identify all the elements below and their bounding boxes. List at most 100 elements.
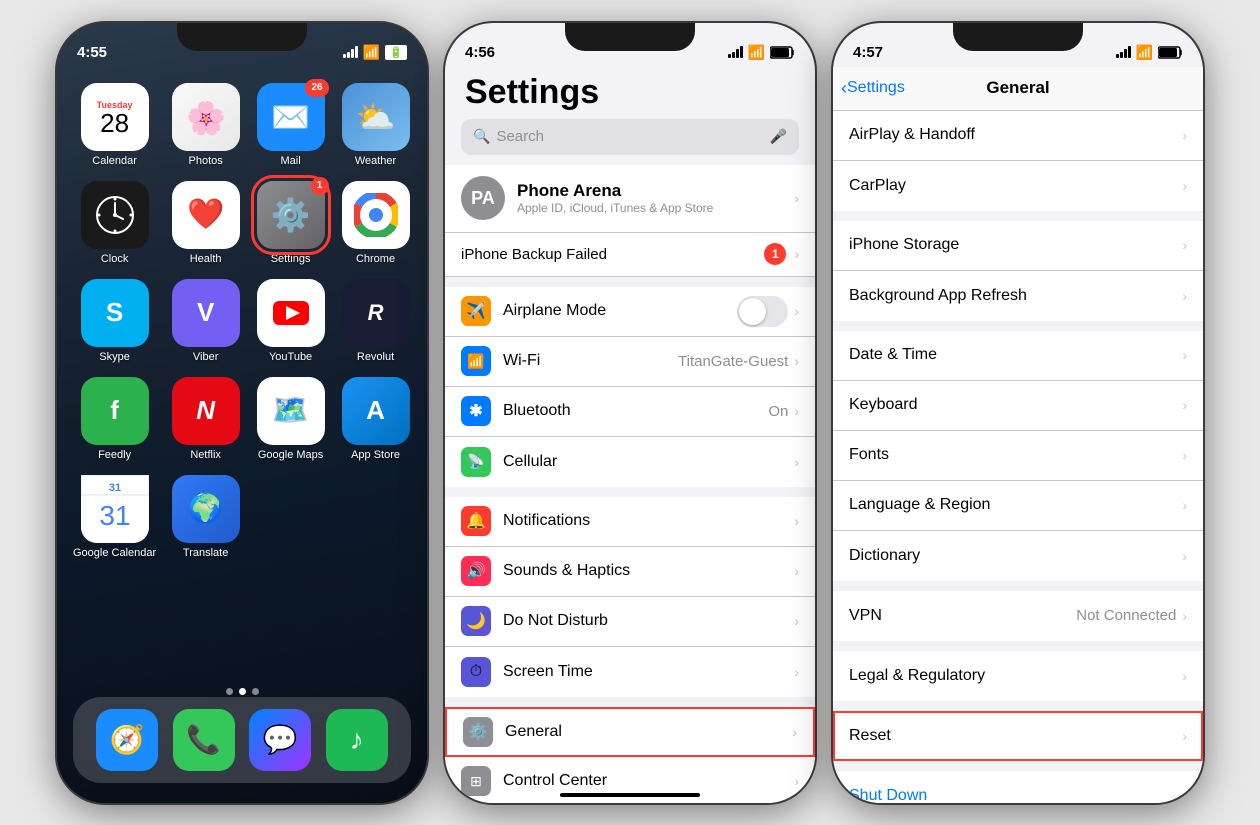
battery-icon: 🔋: [385, 45, 407, 60]
airplane-label: Airplane Mode: [503, 302, 737, 320]
row-fonts[interactable]: Fonts ›: [833, 431, 1203, 481]
airplane-toggle[interactable]: [737, 296, 788, 327]
keyboard-chevron: ›: [1182, 397, 1187, 413]
app-icon-calendar[interactable]: Tuesday 28 Calendar: [73, 83, 156, 167]
general-icon-wrap: ⚙️: [463, 717, 493, 747]
signal-icon: [343, 46, 358, 58]
row-bgrefresh[interactable]: Background App Refresh ›: [833, 271, 1203, 321]
row-general[interactable]: ⚙️ General ›: [445, 707, 815, 757]
gen-gap-2: [833, 321, 1203, 331]
profile-row[interactable]: PA Phone Arena Apple ID, iCloud, iTunes …: [445, 165, 815, 233]
search-placeholder: Search: [496, 128, 544, 145]
row-notifications[interactable]: 🔔 Notifications ›: [445, 497, 815, 547]
row-vpn[interactable]: VPN Not Connected ›: [833, 591, 1203, 641]
legal-chevron: ›: [1182, 668, 1187, 684]
dock-messenger[interactable]: 💬: [249, 709, 311, 771]
app-icon-health[interactable]: ❤️ Health: [170, 181, 241, 265]
dock-phone[interactable]: 📞: [173, 709, 235, 771]
airplay-label: AirPlay & Handoff: [849, 126, 1182, 144]
app-icon-revolut[interactable]: R Revolut: [340, 279, 411, 363]
app-icon-feedly[interactable]: f Feedly: [73, 377, 156, 461]
app-icon-googlemaps[interactable]: 🗺️ Google Maps: [255, 377, 326, 461]
cc-icon-wrap: ⊞: [461, 766, 491, 796]
row-sounds[interactable]: 🔊 Sounds & Haptics ›: [445, 547, 815, 597]
gen-gap-3: [833, 581, 1203, 591]
back-button[interactable]: ‹ Settings: [841, 78, 905, 99]
row-datetime[interactable]: Date & Time ›: [833, 331, 1203, 381]
legal-label: Legal & Regulatory: [849, 667, 1182, 685]
nav-bar: ‹ Settings General: [833, 67, 1203, 111]
dictionary-label: Dictionary: [849, 547, 1182, 565]
row-dictionary[interactable]: Dictionary ›: [833, 531, 1203, 581]
row-airplay[interactable]: AirPlay & Handoff ›: [833, 111, 1203, 161]
bgrefresh-label: Background App Refresh: [849, 287, 1182, 305]
wifi-chevron: ›: [794, 353, 799, 369]
app-icon-viber[interactable]: V Viber: [170, 279, 241, 363]
phone-3: 4:57 📶 ‹ Settings General: [833, 23, 1203, 803]
app-label-chrome: Chrome: [356, 253, 395, 265]
dock-spotify[interactable]: ♪: [326, 709, 388, 771]
bluetooth-chevron: ›: [794, 403, 799, 419]
wifi-icon-wrap: 📶: [461, 346, 491, 376]
row-dnd[interactable]: 🌙 Do Not Disturb ›: [445, 597, 815, 647]
sounds-icon: 🔊: [466, 561, 486, 581]
row-cellular[interactable]: 📡 Cellular ›: [445, 437, 815, 487]
status-icons-3: 📶: [1116, 44, 1183, 61]
reset-label: Reset: [849, 727, 1182, 745]
wifi-value: TitanGate-Guest: [678, 353, 788, 370]
settings-search[interactable]: 🔍 Search 🎤: [461, 119, 799, 155]
vpn-chevron: ›: [1182, 608, 1187, 624]
backup-row[interactable]: iPhone Backup Failed 1 ›: [445, 233, 815, 277]
app-label-photos: Photos: [189, 155, 223, 167]
reset-chevron: ›: [1182, 728, 1187, 744]
app-icon-gcal[interactable]: 3131 Google Calendar: [73, 475, 156, 559]
row-airplane[interactable]: ✈️ Airplane Mode ›: [445, 287, 815, 337]
app-label-weather: Weather: [355, 155, 396, 167]
app-icon-clock[interactable]: Clock: [73, 181, 156, 265]
general-screen: 4:57 📶 ‹ Settings General: [833, 23, 1203, 803]
app-icon-photos[interactable]: 🌸 Photos: [170, 83, 241, 167]
settings-title: Settings: [465, 73, 599, 112]
sounds-chevron: ›: [794, 563, 799, 579]
datetime-chevron: ›: [1182, 347, 1187, 363]
battery-icon-3: [1158, 46, 1183, 59]
row-iphonestorage[interactable]: iPhone Storage ›: [833, 221, 1203, 271]
shutdown-button[interactable]: Shut Down: [833, 771, 1203, 803]
general-group-6: Reset ›: [833, 711, 1203, 761]
fonts-chevron: ›: [1182, 447, 1187, 463]
search-icon: 🔍: [473, 128, 490, 145]
app-icon-weather[interactable]: ⛅ Weather: [340, 83, 411, 167]
app-icon-translate[interactable]: 🌍 Translate: [170, 475, 241, 559]
app-icon-chrome[interactable]: Chrome: [340, 181, 411, 265]
general-group-3: Date & Time › Keyboard › Fonts › Languag…: [833, 331, 1203, 581]
row-wifi[interactable]: 📶 Wi-Fi TitanGate-Guest ›: [445, 337, 815, 387]
iphonestorage-label: iPhone Storage: [849, 236, 1182, 254]
dnd-icon-wrap: 🌙: [461, 606, 491, 636]
row-reset[interactable]: Reset ›: [833, 711, 1203, 761]
wifi-icon-2: 📶: [748, 44, 765, 61]
app-icon-mail[interactable]: ✉️ 26 Mail: [255, 83, 326, 167]
app-icon-skype[interactable]: S Skype: [73, 279, 156, 363]
dnd-label: Do Not Disturb: [503, 612, 794, 630]
group-notifications: 🔔 Notifications › 🔊 Sounds & Haptics › 🌙: [445, 497, 815, 697]
cellular-label: Cellular: [503, 453, 794, 471]
row-bluetooth[interactable]: ✱ Bluetooth On ›: [445, 387, 815, 437]
row-screentime[interactable]: ⏱ Screen Time ›: [445, 647, 815, 697]
row-keyboard[interactable]: Keyboard ›: [833, 381, 1203, 431]
app-icon-youtube[interactable]: YouTube: [255, 279, 326, 363]
row-legal[interactable]: Legal & Regulatory ›: [833, 651, 1203, 701]
app-icon-netflix[interactable]: N Netflix: [170, 377, 241, 461]
bgrefresh-chevron: ›: [1182, 288, 1187, 304]
mic-icon: 🎤: [770, 128, 787, 145]
row-language[interactable]: Language & Region ›: [833, 481, 1203, 531]
settings-screen: 4:56 📶 Settings 🔍 Search 🎤: [445, 23, 815, 803]
datetime-label: Date & Time: [849, 346, 1182, 364]
row-carplay[interactable]: CarPlay ›: [833, 161, 1203, 211]
app-icon-appstore[interactable]: A App Store: [340, 377, 411, 461]
group-general: ⚙️ General › ⊞ Control Center › AA: [445, 707, 815, 803]
signal-bars-2: [728, 46, 743, 58]
general-icon: ⚙️: [468, 722, 488, 742]
page-dot-3: [252, 688, 259, 695]
app-icon-settings[interactable]: ⚙️ 1 Settings: [255, 181, 326, 265]
dock-safari[interactable]: 🧭: [96, 709, 158, 771]
